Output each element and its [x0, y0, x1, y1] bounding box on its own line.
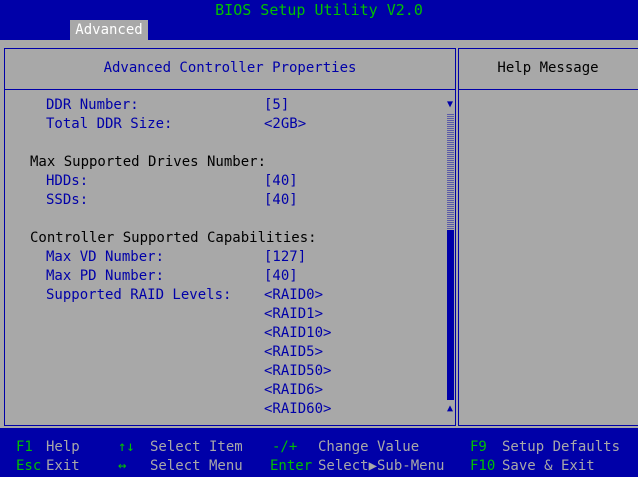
raid-level-item[interactable]: <RAID10>	[264, 324, 331, 343]
raid-level-item[interactable]: <RAID6>	[264, 381, 323, 400]
max-pd-label[interactable]: Max PD Number:	[46, 267, 164, 286]
total-ddr-size-value[interactable]: <2GB>	[264, 115, 306, 134]
select-menu-desc: Select Menu	[150, 458, 243, 474]
f10-key: F10	[470, 458, 496, 474]
main-panel: Advanced Controller Properties Help Mess…	[0, 40, 638, 428]
setup-defaults-desc: Setup Defaults	[502, 439, 621, 455]
help-header-divider	[459, 89, 638, 90]
section-max-drives: Max Supported Drives Number:	[30, 154, 267, 170]
help-desc: Help	[46, 439, 80, 455]
max-pd-value[interactable]: [40]	[264, 267, 298, 286]
page-title: Advanced Controller Properties	[103, 60, 357, 76]
ssds-value[interactable]: [40]	[264, 191, 298, 210]
max-vd-value[interactable]: [127]	[264, 248, 306, 267]
up-down-arrows-icon: ↑↓	[118, 439, 135, 455]
raid-level-item[interactable]: <RAID1>	[264, 305, 323, 324]
left-right-arrows-icon: ↔	[118, 458, 127, 474]
raid-level-item[interactable]: <RAID60>	[264, 400, 331, 419]
scrollbar-thumb[interactable]	[447, 230, 454, 400]
right-frame	[458, 48, 638, 426]
max-vd-label[interactable]: Max VD Number:	[46, 248, 164, 267]
exit-desc: Exit	[46, 458, 80, 474]
footer-help-bar: F1 Help Esc Exit ↑↓ Select Item ↔ Select…	[0, 436, 638, 477]
help-title: Help Message	[497, 60, 599, 76]
tab-advanced[interactable]: Advanced	[70, 20, 148, 40]
raid-level-item[interactable]: <RAID5>	[264, 343, 323, 362]
ssds-label[interactable]: SSDs:	[46, 191, 88, 210]
scroll-down-arrow-icon[interactable]: ▼	[445, 99, 455, 111]
change-value-desc: Change Value	[318, 439, 420, 455]
hdds-value[interactable]: [40]	[264, 172, 298, 191]
select-submenu-desc: Select▶Sub-Menu	[318, 458, 445, 474]
raid-level-item[interactable]: <RAID0>	[264, 286, 323, 305]
window-title: BIOS Setup Utility V2.0	[215, 1, 423, 19]
f9-key: F9	[470, 439, 487, 455]
header-divider	[5, 89, 455, 90]
scroll-up-arrow-icon[interactable]: ▲	[445, 403, 455, 415]
select-item-desc: Select Item	[150, 439, 243, 455]
f1-key: F1	[16, 439, 33, 455]
ddr-number-label[interactable]: DDR Number:	[46, 96, 139, 115]
ddr-number-value[interactable]: [5]	[264, 96, 289, 115]
raid-levels-label[interactable]: Supported RAID Levels:	[46, 286, 231, 305]
esc-key: Esc	[16, 458, 42, 474]
minus-plus-key: -/+	[272, 439, 298, 455]
save-exit-desc: Save & Exit	[502, 458, 595, 474]
total-ddr-size-label[interactable]: Total DDR Size:	[46, 115, 172, 134]
section-capabilities: Controller Supported Capabilities:	[30, 230, 317, 246]
raid-level-item[interactable]: <RAID50>	[264, 362, 331, 381]
enter-key: Enter	[270, 458, 313, 474]
hdds-label[interactable]: HDDs:	[46, 172, 88, 191]
